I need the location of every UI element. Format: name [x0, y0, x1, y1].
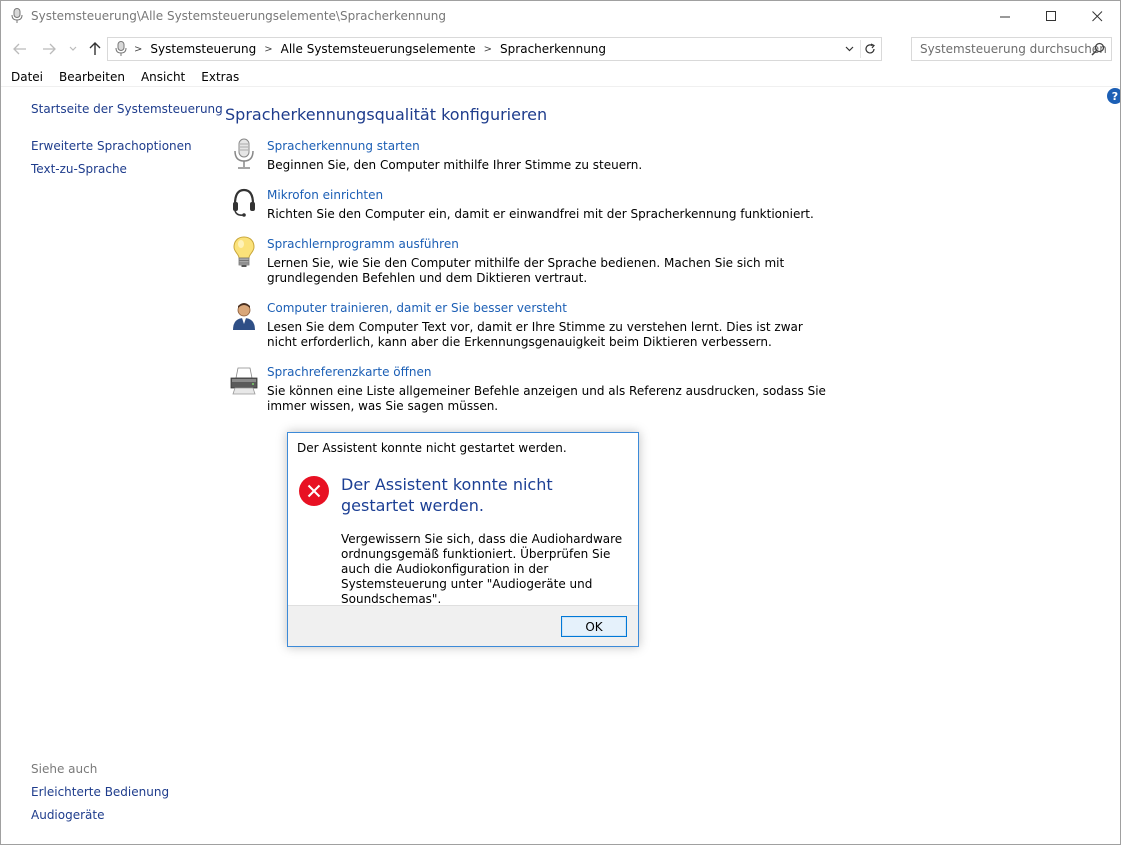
chevron-down-icon [845, 46, 853, 52]
task-description: Lesen Sie dem Computer Text vor, damit e… [267, 320, 803, 349]
sidebar-link-home[interactable]: Startseite der Systemsteuerung [31, 102, 223, 116]
sidebar-link-advanced-speech[interactable]: Erweiterte Sprachoptionen [31, 139, 192, 153]
arrow-up-icon [89, 42, 101, 55]
menu-bar: Datei Bearbeiten Ansicht Extras [1, 67, 1120, 87]
task-text: Mikrofon einrichten Richten Sie den Comp… [267, 187, 827, 222]
headset-icon [233, 188, 255, 217]
breadcrumb: > Systemsteuerung > Alle Systemsteuerung… [134, 42, 606, 56]
close-icon [307, 484, 321, 498]
task-link-train-computer[interactable]: Computer trainieren, damit er Sie besser… [267, 300, 827, 316]
see-also-heading: Siehe auch [31, 762, 98, 776]
ok-button[interactable]: OK [561, 616, 627, 637]
task-description: Beginnen Sie, den Computer mithilfe Ihre… [267, 158, 643, 172]
task-link-setup-microphone[interactable]: Mikrofon einrichten [267, 187, 827, 203]
breadcrumb-item[interactable]: Spracherkennung [500, 42, 606, 56]
arrow-left-icon [13, 43, 26, 55]
address-bar[interactable]: > Systemsteuerung > Alle Systemsteuerung… [107, 37, 882, 61]
task-link-reference-card[interactable]: Sprachreferenzkarte öffnen [267, 364, 827, 380]
up-button[interactable] [85, 39, 105, 59]
breadcrumb-item[interactable]: Alle Systemsteuerungselemente [281, 42, 476, 56]
forward-button[interactable] [39, 39, 59, 59]
window-title: Systemsteuerung\Alle Systemsteuerungsele… [31, 9, 446, 23]
menu-extras[interactable]: Extras [193, 67, 247, 87]
help-icon[interactable]: ? [1107, 88, 1120, 104]
task-text: Sprachreferenzkarte öffnen Sie können ei… [267, 364, 827, 414]
search-placeholder: Systemsteuerung durchsuchen [920, 42, 1107, 56]
user-icon [233, 303, 255, 330]
control-panel-window: Systemsteuerung\Alle Systemsteuerungsele… [0, 0, 1121, 845]
menu-bearbeiten[interactable]: Bearbeiten [51, 67, 133, 87]
close-button[interactable] [1074, 1, 1120, 32]
microphone-icon [11, 8, 23, 23]
task-description: Lernen Sie, wie Sie den Computer mithilf… [267, 256, 785, 285]
back-button[interactable] [10, 39, 30, 59]
refresh-icon [865, 43, 875, 54]
microphone-icon [234, 138, 254, 169]
chevron-down-icon [69, 46, 77, 51]
see-also-link-audio-devices[interactable]: Audiogeräte [31, 808, 104, 822]
search-input[interactable]: Systemsteuerung durchsuchen [911, 37, 1112, 61]
menu-ansicht[interactable]: Ansicht [133, 67, 193, 87]
task-text: Spracherkennung starten Beginnen Sie, de… [267, 138, 827, 173]
microphone-icon [115, 41, 127, 56]
chevron-right-icon[interactable]: > [134, 44, 142, 55]
dialog-content: Vergewissern Sie sich, dass die Audiohar… [341, 532, 623, 606]
recent-locations-button[interactable] [63, 39, 83, 59]
task-link-start-recognition[interactable]: Spracherkennung starten [267, 138, 827, 154]
breadcrumb-item[interactable]: Systemsteuerung [150, 42, 256, 56]
address-row: > Systemsteuerung > Alle Systemsteuerung… [1, 37, 1120, 61]
error-icon [299, 476, 329, 506]
close-icon [1091, 11, 1102, 22]
page-title: Spracherkennungsqualität konfigurieren [225, 105, 548, 124]
task-text: Computer trainieren, damit er Sie besser… [267, 300, 827, 350]
sidebar-link-text-to-speech[interactable]: Text-zu-Sprache [31, 162, 127, 176]
task-description: Sie können eine Liste allgemeiner Befehl… [267, 384, 826, 413]
title-bar[interactable]: Systemsteuerung\Alle Systemsteuerungsele… [1, 1, 1120, 32]
minimize-button[interactable] [982, 1, 1028, 32]
maximize-button[interactable] [1028, 1, 1074, 32]
address-history-dropdown[interactable] [841, 41, 857, 57]
see-also-link-ease-of-access[interactable]: Erleichterte Bedienung [31, 785, 169, 799]
maximize-icon [1045, 11, 1056, 21]
task-description: Richten Sie den Computer ein, damit er e… [267, 207, 814, 221]
main-content: Spracherkennungsqualität konfigurieren S… [225, 105, 826, 413]
dialog-title: Der Assistent konnte nicht gestartet wer… [297, 441, 567, 455]
menu-datei[interactable]: Datei [1, 67, 51, 87]
chevron-right-icon[interactable]: > [484, 44, 492, 55]
arrow-right-icon [43, 43, 56, 55]
search-icon [1091, 42, 1105, 56]
lightbulb-icon [233, 236, 255, 267]
refresh-button[interactable] [860, 40, 879, 58]
printer-icon [230, 367, 258, 395]
dialog-main-instruction: Der Assistent konnte nicht gestartet wer… [341, 475, 553, 515]
minimize-icon [999, 16, 1010, 18]
error-dialog: Der Assistent konnte nicht gestartet wer… [287, 432, 639, 647]
dialog-footer: OK [288, 605, 638, 646]
task-link-run-tutorial[interactable]: Sprachlernprogramm ausführen [267, 236, 827, 252]
task-text: Sprachlernprogramm ausführen Lernen Sie,… [267, 236, 827, 286]
chevron-right-icon[interactable]: > [264, 44, 272, 55]
